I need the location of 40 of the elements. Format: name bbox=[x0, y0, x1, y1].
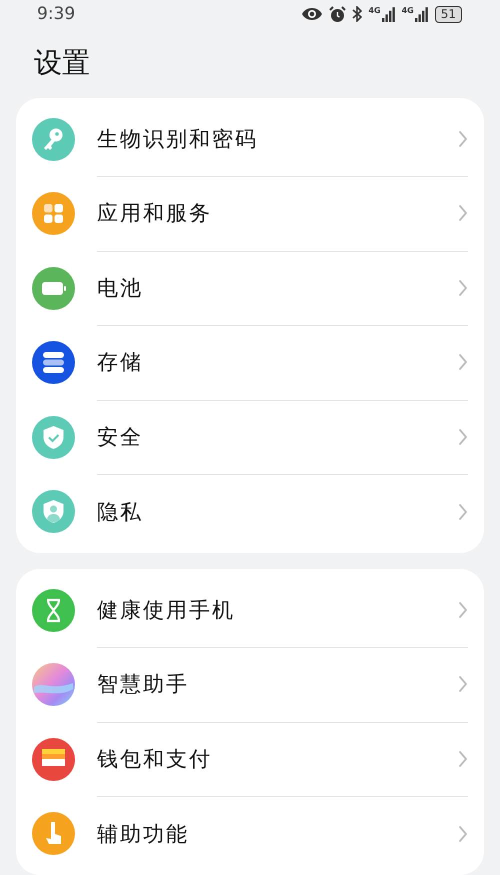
bluetooth-icon bbox=[352, 6, 362, 22]
alarm-icon bbox=[329, 6, 346, 22]
chevron-icon bbox=[458, 130, 468, 148]
settings-item[interactable]: 应用和服务 bbox=[97, 199, 458, 228]
shield-icon bbox=[32, 416, 75, 459]
key-icon bbox=[32, 118, 75, 161]
network-type: 4G bbox=[368, 6, 381, 14]
gradient-orb-icon bbox=[32, 663, 75, 706]
wallet-icon bbox=[32, 738, 75, 781]
settings-item[interactable]: 钱包和支付 bbox=[97, 744, 458, 773]
settings-item[interactable]: 安全 bbox=[97, 422, 458, 451]
hourglass-icon bbox=[32, 588, 75, 632]
chevron-icon bbox=[458, 428, 468, 446]
chevron-icon bbox=[458, 502, 468, 521]
settings-item[interactable]: 生物识别和密码 bbox=[97, 124, 458, 153]
settings-item[interactable]: 智慧助手 bbox=[97, 670, 458, 698]
storage-icon bbox=[32, 341, 75, 384]
battery-icon bbox=[32, 266, 75, 310]
signal-icon bbox=[382, 6, 396, 22]
chevron-icon bbox=[458, 750, 468, 768]
settings-item[interactable]: 存储 bbox=[97, 348, 458, 376]
chevron-icon bbox=[458, 824, 468, 843]
grid-icon bbox=[32, 192, 75, 236]
battery-level: 51 bbox=[434, 6, 462, 22]
settings-item[interactable]: 健康使用手机 bbox=[97, 596, 458, 624]
chevron-icon bbox=[458, 600, 468, 619]
chevron-icon bbox=[458, 675, 468, 694]
chevron-icon bbox=[458, 204, 468, 222]
eye-icon bbox=[301, 7, 324, 21]
page-title: 设置 bbox=[34, 45, 91, 81]
chevron-icon bbox=[458, 278, 468, 297]
settings-item[interactable]: 电池 bbox=[97, 274, 458, 302]
status-time: 9:39 bbox=[37, 4, 76, 24]
hand-icon bbox=[32, 812, 75, 856]
privacy-shield-icon bbox=[32, 490, 75, 534]
signal-icon bbox=[414, 6, 429, 22]
network-type: 4G bbox=[402, 6, 414, 14]
settings-item[interactable]: 辅助功能 bbox=[97, 820, 458, 848]
chevron-icon bbox=[458, 353, 468, 372]
settings-item[interactable]: 隐私 bbox=[97, 498, 458, 526]
